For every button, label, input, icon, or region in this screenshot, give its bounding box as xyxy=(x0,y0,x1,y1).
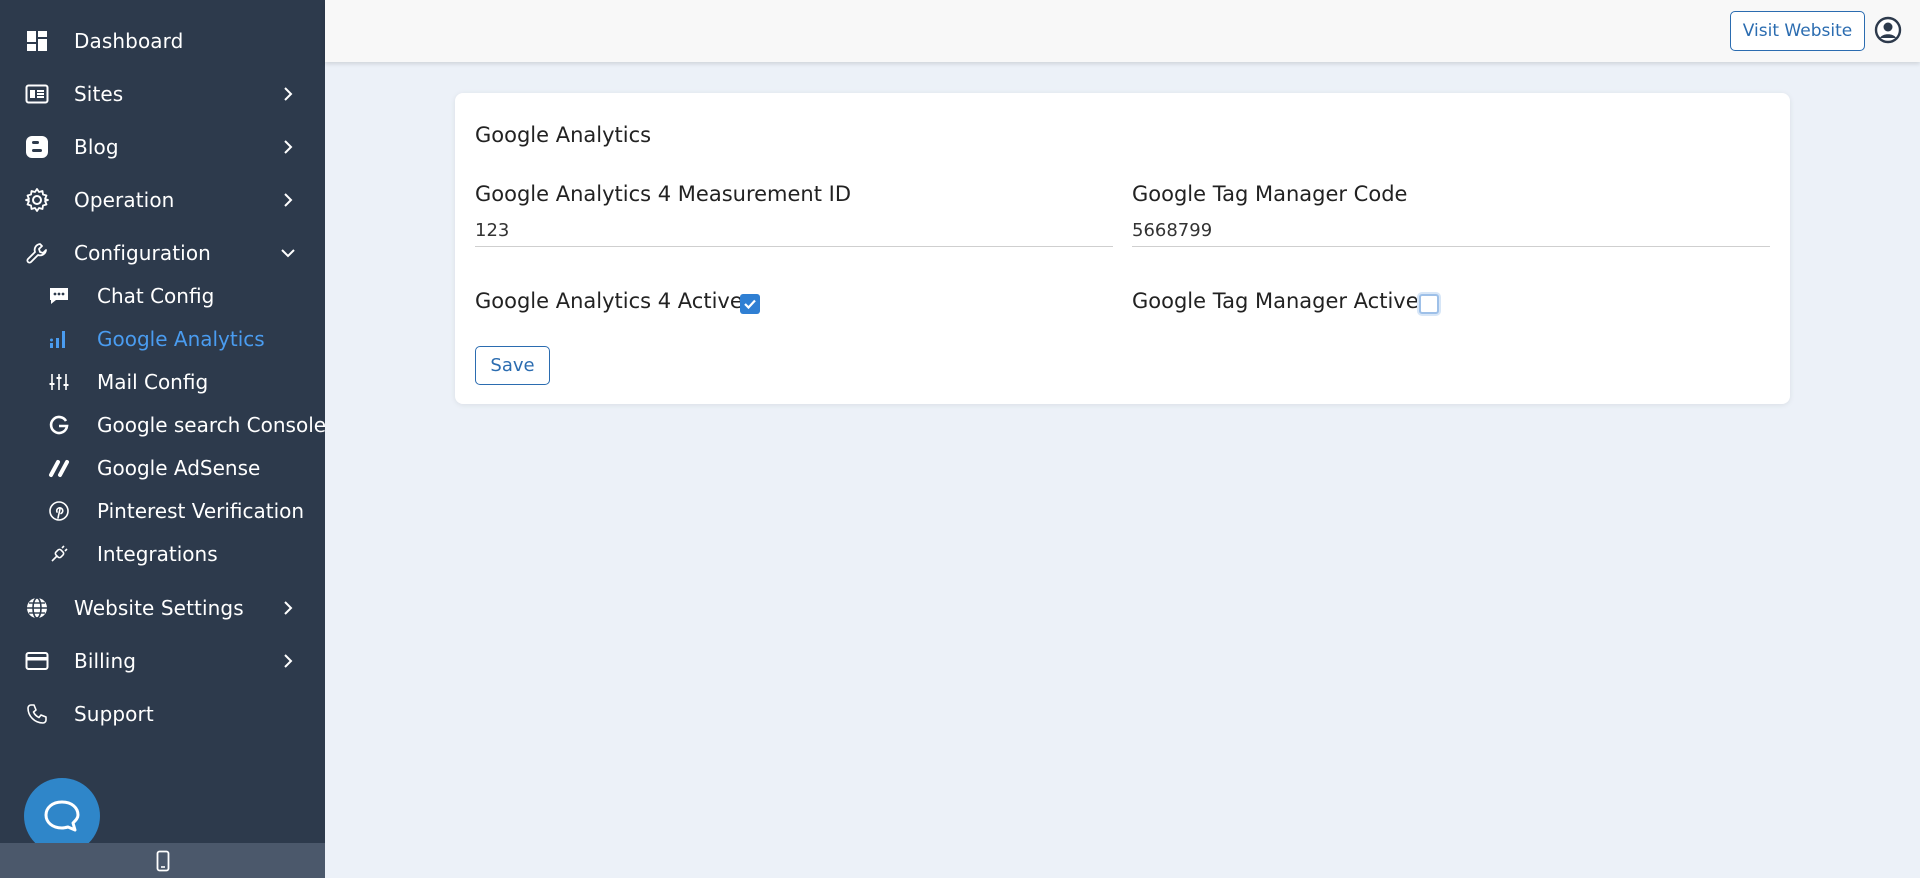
sidebar-subitem-label: Chat Config xyxy=(97,284,215,308)
sidebar-item-label: Support xyxy=(74,702,154,726)
sidebar-item-blog[interactable]: Blog xyxy=(0,124,325,170)
sidebar-item-label: Dashboard xyxy=(74,29,184,53)
sidebar-subitem-mail-config[interactable]: Mail Config xyxy=(0,362,325,402)
sites-icon xyxy=(24,81,50,107)
sidebar-item-label: Website Settings xyxy=(74,596,244,620)
chevron-right-icon xyxy=(284,140,293,154)
sidebar-item-label: Configuration xyxy=(74,241,211,265)
ga4-measurement-id-label: Google Analytics 4 Measurement ID xyxy=(475,182,852,206)
dashboard-icon xyxy=(24,28,50,54)
card-title: Google Analytics xyxy=(475,123,652,147)
sidebar-subitem-label: Mail Config xyxy=(97,370,209,394)
save-button[interactable]: Save xyxy=(475,346,550,385)
sidebar-subitem-label: Google search Console xyxy=(97,413,327,437)
sidebar-subitem-label: Integrations xyxy=(97,542,218,566)
sidebar-item-label: Billing xyxy=(74,649,137,673)
top-bar xyxy=(325,0,1920,62)
chevron-down-icon xyxy=(281,249,295,258)
adsense-icon xyxy=(47,456,71,480)
gtm-code-input[interactable] xyxy=(1132,215,1770,247)
sidebar-subitem-label: Pinterest Verification xyxy=(97,499,305,523)
sidebar-subitem-label: Google AdSense xyxy=(97,456,261,480)
chevron-right-icon xyxy=(284,601,293,615)
chevron-right-icon xyxy=(284,87,293,101)
checkmark-icon xyxy=(744,299,756,310)
ga4-active-checkbox[interactable] xyxy=(740,294,760,314)
bar-chart-icon xyxy=(47,327,71,351)
sidebar-subitem-google-analytics[interactable]: Google Analytics xyxy=(0,319,325,359)
sidebar-subitem-chat-config[interactable]: Chat Config xyxy=(0,276,325,316)
sidebar-subitem-integrations[interactable]: Integrations xyxy=(0,534,325,574)
sidebar-subitem-google-adsense[interactable]: Google AdSense xyxy=(0,448,325,488)
blogger-icon xyxy=(24,134,50,160)
user-account-icon[interactable] xyxy=(1874,16,1902,44)
gtm-active-label: Google Tag Manager Active xyxy=(1132,289,1419,313)
mobile-phone-icon xyxy=(156,850,169,871)
sidebar-subitem-google-search-console[interactable]: Google search Console xyxy=(0,405,327,445)
gear-icon xyxy=(24,187,50,213)
google-analytics-card: Google Analytics Google Analytics 4 Meas… xyxy=(455,93,1790,404)
sidebar-item-label: Blog xyxy=(74,135,119,159)
phone-icon xyxy=(24,701,50,727)
sidebar-subitem-label: Google Analytics xyxy=(97,327,265,351)
chat-icon xyxy=(47,284,71,308)
sliders-icon xyxy=(47,370,71,394)
sidebar-item-operation[interactable]: Operation xyxy=(0,177,325,223)
sidebar: Dashboard Sites Blog Operation Configura… xyxy=(0,0,327,878)
sidebar-subitem-pinterest-verification[interactable]: Pinterest Verification xyxy=(0,491,325,531)
gtm-code-label: Google Tag Manager Code xyxy=(1132,182,1408,206)
ga4-measurement-id-input[interactable] xyxy=(475,215,1113,247)
google-icon xyxy=(47,413,71,437)
sidebar-item-label: Operation xyxy=(74,188,175,212)
sidebar-item-website-settings[interactable]: Website Settings xyxy=(0,585,325,631)
ga4-active-label: Google Analytics 4 Active xyxy=(475,289,743,313)
sidebar-item-billing[interactable]: Billing xyxy=(0,638,325,684)
chevron-right-icon xyxy=(284,654,293,668)
pinterest-icon xyxy=(47,499,71,523)
sidebar-item-dashboard[interactable]: Dashboard xyxy=(0,18,325,64)
chevron-right-icon xyxy=(284,193,293,207)
gtm-active-checkbox[interactable] xyxy=(1419,294,1439,314)
sidebar-item-label: Sites xyxy=(74,82,124,106)
globe-icon xyxy=(24,595,50,621)
sidebar-item-support[interactable]: Support xyxy=(0,691,325,737)
sidebar-item-sites[interactable]: Sites xyxy=(0,71,325,117)
plug-icon xyxy=(47,542,71,566)
visit-website-button[interactable]: Visit Website xyxy=(1730,11,1865,51)
sidebar-item-configuration[interactable]: Configuration xyxy=(0,230,325,276)
wrench-icon xyxy=(24,240,50,266)
mobile-preview-bar[interactable] xyxy=(0,843,325,878)
chat-bubble-icon xyxy=(44,800,80,832)
credit-card-icon xyxy=(24,648,50,674)
